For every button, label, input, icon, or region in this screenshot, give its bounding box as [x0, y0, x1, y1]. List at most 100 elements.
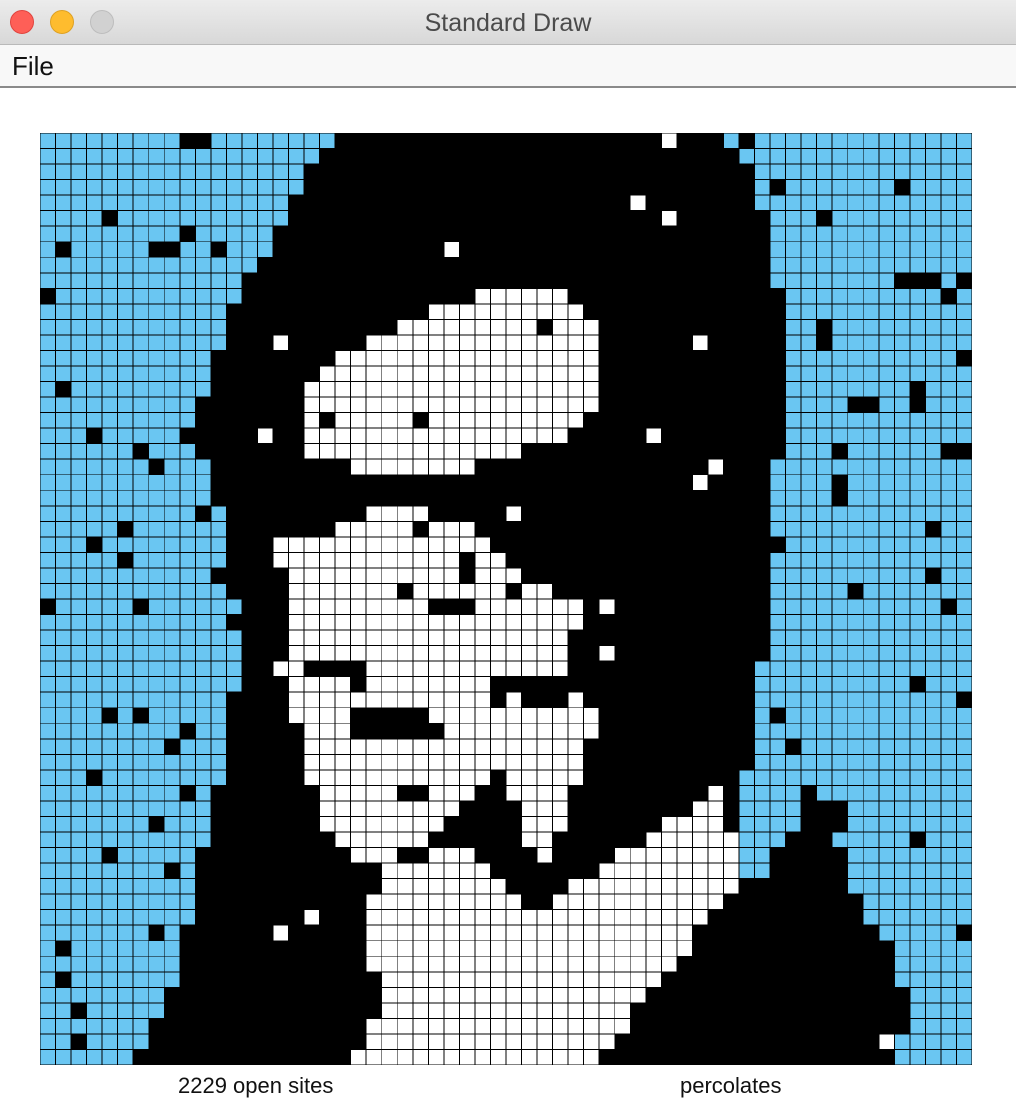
full-site — [148, 831, 165, 848]
blocked-site — [303, 520, 321, 538]
blocked-site — [660, 396, 678, 414]
full-site — [132, 986, 150, 1004]
blocked-site — [660, 256, 678, 274]
blocked-site — [893, 1002, 911, 1019]
blocked-site — [629, 1049, 647, 1065]
blocked-site — [257, 334, 274, 351]
open-site — [614, 893, 631, 911]
open-site — [396, 986, 414, 1004]
full-site — [194, 225, 212, 243]
full-site — [163, 412, 181, 429]
blocked-site — [303, 955, 321, 973]
full-site — [132, 334, 150, 351]
blocked-site — [194, 1017, 212, 1035]
open-site — [412, 598, 429, 615]
open-site — [490, 334, 507, 351]
full-site — [210, 769, 227, 786]
open-site — [365, 412, 383, 429]
blocked-site — [645, 738, 662, 755]
full-site — [241, 133, 258, 149]
open-site — [443, 955, 460, 973]
blocked-site — [598, 831, 616, 848]
open-site — [567, 396, 585, 414]
full-site — [893, 924, 911, 942]
blocked-site — [785, 893, 802, 911]
full-site — [117, 489, 134, 507]
open-site — [490, 738, 507, 755]
blocked-site — [272, 505, 289, 522]
blocked-site — [691, 256, 709, 274]
blocked-site — [179, 971, 196, 988]
full-site — [800, 474, 818, 491]
blocked-site — [614, 800, 631, 817]
blocked-site — [676, 598, 693, 615]
blocked-site — [691, 194, 709, 212]
full-site — [179, 862, 196, 880]
blocked-site — [738, 722, 755, 740]
open-site — [365, 676, 383, 693]
blocked-site — [303, 505, 321, 522]
blocked-site — [754, 1049, 771, 1065]
blocked-site — [272, 893, 289, 911]
blocked-site — [614, 816, 631, 833]
full-site — [862, 893, 880, 911]
blocked-site — [691, 350, 709, 367]
blocked-site — [225, 1049, 243, 1065]
full-site — [956, 1033, 972, 1050]
open-site — [505, 629, 522, 647]
open-site — [412, 940, 429, 957]
open-site — [458, 909, 476, 926]
blocked-site — [723, 443, 740, 460]
open-site — [412, 1017, 429, 1035]
blocked-site — [723, 1002, 740, 1019]
blocked-site — [614, 179, 631, 196]
open-site — [427, 334, 445, 351]
blocked-site — [443, 225, 460, 243]
blocked-site — [350, 489, 367, 507]
blocked-site — [676, 256, 693, 274]
blocked-site — [645, 1049, 662, 1065]
blocked-site — [660, 722, 678, 740]
blocked-site — [676, 536, 693, 553]
open-site — [723, 847, 740, 864]
blocked-site — [754, 396, 771, 414]
open-site — [412, 629, 429, 647]
full-site — [893, 847, 911, 864]
blocked-site — [225, 955, 243, 973]
open-site — [350, 551, 367, 569]
file-menu[interactable]: File — [12, 51, 54, 82]
full-site — [909, 287, 926, 305]
full-site — [769, 691, 787, 709]
full-site — [40, 474, 56, 491]
blocked-site — [862, 924, 880, 942]
full-site — [194, 334, 212, 351]
full-site — [40, 676, 56, 693]
blocked-site — [303, 194, 321, 212]
full-site — [86, 520, 103, 538]
open-site — [396, 878, 414, 895]
blocked-site — [583, 660, 600, 678]
full-site — [847, 753, 864, 771]
full-site — [956, 474, 972, 491]
full-site — [831, 303, 849, 320]
open-site — [521, 350, 538, 367]
blocked-site — [334, 1049, 352, 1065]
blocked-site — [583, 784, 600, 802]
blocked-site — [629, 707, 647, 724]
open-site — [521, 1049, 538, 1065]
full-site — [847, 831, 864, 848]
full-site — [909, 707, 926, 724]
full-site — [847, 241, 864, 258]
full-site — [55, 986, 72, 1004]
full-site — [956, 148, 972, 165]
blocked-site — [707, 707, 724, 724]
full-site — [194, 660, 212, 678]
blocked-site — [816, 893, 833, 911]
full-site — [956, 598, 972, 615]
open-site — [319, 583, 336, 600]
blocked-site — [505, 800, 522, 817]
blocked-site — [645, 629, 662, 647]
full-site — [210, 583, 227, 600]
open-site — [598, 940, 616, 957]
blocked-site — [754, 629, 771, 647]
